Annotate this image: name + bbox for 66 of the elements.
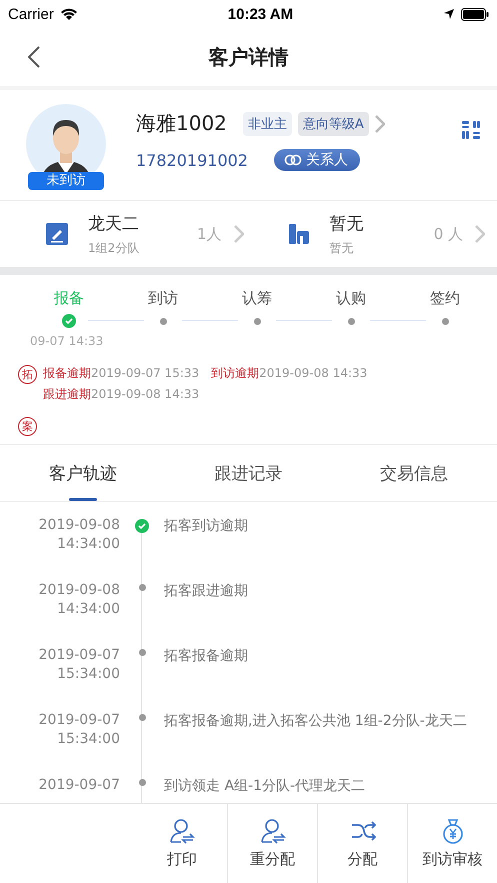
overdue-label: 到访逾期 bbox=[211, 366, 260, 380]
entry-time: 15:34:00 bbox=[57, 665, 120, 684]
location-icon bbox=[443, 8, 455, 20]
customer-tag: 非业主 bbox=[242, 112, 292, 136]
agent-name: 暂无 bbox=[330, 212, 364, 234]
entry-text: 拓客跟进逾期 bbox=[164, 582, 249, 601]
stage-label: 认筹 bbox=[242, 289, 272, 308]
entry-date: 2019-09-08 bbox=[38, 581, 120, 600]
entry-time: 14:34:00 bbox=[57, 600, 120, 619]
customer-name: 海雅1002 bbox=[136, 110, 227, 137]
overdue-time: 2019-09-07 15:33 bbox=[91, 366, 200, 380]
entry-time: 14:34:00 bbox=[57, 535, 120, 554]
stage-label: 到访 bbox=[148, 289, 178, 308]
chevron-icon[interactable] bbox=[234, 225, 244, 243]
entry-date: 2019-09-07 bbox=[38, 711, 120, 730]
stage-dot bbox=[442, 318, 448, 324]
entry-date: 2019-09-07 bbox=[38, 776, 120, 795]
overdue-time: 2019-09-08 14:33 bbox=[91, 387, 200, 401]
entry-time: 15:34:00 bbox=[57, 730, 120, 749]
tab[interactable]: 客户轨迹 bbox=[0, 445, 166, 501]
stage-label: 认购 bbox=[336, 289, 366, 308]
entry-text: 拓客报备逾期,进入拓客公共池 1组-2分队-龙天二 bbox=[164, 712, 468, 731]
qr-code-icon[interactable] bbox=[461, 120, 481, 140]
stage-time: 09-07 14:33 bbox=[30, 334, 104, 348]
wifi-icon bbox=[60, 8, 78, 20]
person-transfer-icon bbox=[169, 818, 195, 844]
entry-date: 2019-09-07 bbox=[38, 646, 120, 665]
chevron-icon[interactable] bbox=[374, 114, 385, 132]
contacts-button[interactable]: 关系人 bbox=[274, 149, 360, 171]
check-icon bbox=[62, 314, 76, 328]
chevron-icon[interactable] bbox=[475, 225, 485, 243]
tab[interactable]: 交易信息 bbox=[331, 445, 497, 501]
page-title: 客户详情 bbox=[208, 44, 288, 70]
seal-badge: 拓 bbox=[18, 365, 37, 384]
entry-text: 拓客报备逾期 bbox=[164, 647, 249, 666]
agent-team: 1组2分队 bbox=[88, 240, 140, 256]
seal-badge: 案 bbox=[18, 417, 37, 436]
action-button[interactable]: 打印 bbox=[137, 804, 227, 883]
overdue-label: 跟进逾期 bbox=[43, 387, 91, 401]
building-icon bbox=[288, 223, 310, 245]
battery-icon bbox=[461, 8, 489, 20]
tab[interactable]: 跟进记录 bbox=[166, 445, 332, 501]
action-button[interactable]: 到访审核 bbox=[407, 804, 497, 883]
pen-icon bbox=[46, 223, 68, 245]
stage-dot bbox=[348, 318, 354, 324]
agent-team: 暂无 bbox=[330, 240, 354, 256]
action-button[interactable]: 重分配 bbox=[227, 804, 317, 883]
back-icon[interactable] bbox=[28, 46, 40, 68]
entry-date: 2019-09-08 bbox=[38, 516, 120, 535]
stage-label: 报备 bbox=[54, 289, 84, 308]
clock-time: 10:23 AM bbox=[228, 6, 294, 22]
customer-tag: 意向等级A bbox=[298, 112, 369, 136]
agent-name: 龙天二 bbox=[88, 212, 140, 234]
stage-dot bbox=[160, 318, 166, 324]
link-icon bbox=[284, 154, 302, 166]
carrier-name: Carrier bbox=[8, 6, 54, 22]
person-transfer-icon bbox=[260, 818, 286, 844]
overdue-label: 报备逾期 bbox=[43, 366, 91, 380]
stage-label: 签约 bbox=[430, 289, 460, 308]
phone-number[interactable]: 17820191002 bbox=[136, 150, 248, 170]
entry-text: 到访领走 A组-1分队-代理龙天二 bbox=[164, 777, 366, 796]
visit-status-badge: 未到访 bbox=[28, 172, 104, 190]
overdue-time: 2019-09-08 14:33 bbox=[259, 366, 368, 380]
entry-text: 拓客到访逾期 bbox=[164, 517, 249, 536]
stage-dot bbox=[254, 318, 260, 324]
action-button[interactable]: 分配 bbox=[317, 804, 407, 883]
